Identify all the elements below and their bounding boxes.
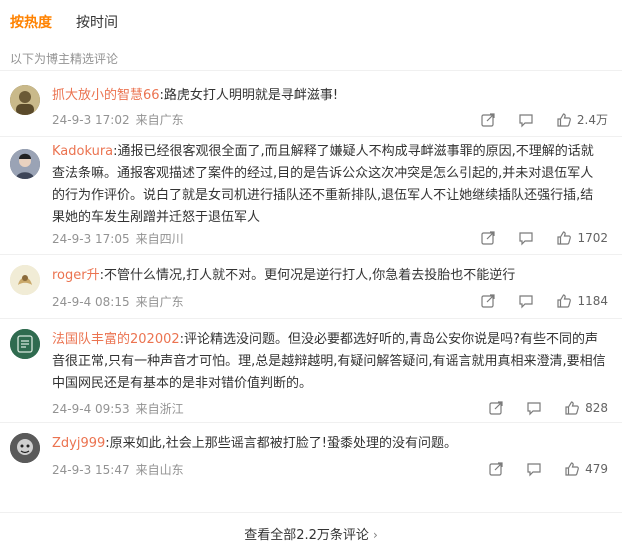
share-button[interactable]: [480, 230, 496, 246]
comment-username[interactable]: 抓大放小的智慧66: [52, 88, 160, 103]
like-count: 2.4万: [576, 113, 608, 127]
like-button[interactable]: 479: [564, 461, 608, 477]
share-icon: [481, 231, 496, 245]
share-icon: [489, 401, 503, 415]
comment-icon: [519, 113, 533, 127]
reply-button[interactable]: [526, 400, 542, 416]
comment-content: :通报已经很客观很全面了,而且解释了嫌疑人不构成寻衅滋事罪的原因,不理解的话就查…: [52, 144, 594, 225]
like-count: 1184: [577, 294, 608, 308]
comment-icon: [527, 463, 541, 477]
share-button[interactable]: [488, 400, 504, 416]
comment-meta: 24-9-4 08:15 来自广东: [52, 293, 184, 310]
comment-meta: 24-9-4 09:53 来自浙江: [52, 400, 184, 417]
avatar[interactable]: [10, 265, 40, 295]
thumbs-up-icon: [557, 294, 572, 308]
comment-content: :原来如此,社会上那些谣言都被打脸了!蛩黍处理的没有问题。: [105, 436, 458, 451]
comment-icon: [527, 402, 541, 416]
comment-text: 法国队丰富的202002:评论精选没问题。但没必要都选好听的,青岛公安你说是吗?…: [52, 329, 606, 395]
comment-date: 24-9-3 17:05: [52, 232, 130, 246]
like-count: 1702: [577, 231, 608, 245]
like-button[interactable]: 2.4万: [556, 111, 608, 128]
comment-actions: 479: [466, 461, 608, 477]
sort-tabs: 按热度 按时间: [10, 12, 118, 32]
like-button[interactable]: 1702: [556, 230, 608, 246]
comment-text: Zdyj999:原来如此,社会上那些谣言都被打脸了!蛩黍处理的没有问题。: [52, 433, 606, 455]
comment-username[interactable]: 法国队丰富的202002: [52, 332, 180, 347]
reply-button[interactable]: [526, 461, 542, 477]
comment-content: :不管什么情况,打人就不对。更何况是逆行打人,你急着去投胎也不能逆行: [99, 268, 516, 283]
comment-date: 24-9-4 08:15: [52, 295, 130, 309]
comment-item: Kadokura:通报已经很客观很全面了,而且解释了嫌疑人不构成寻衅滋事罪的原因…: [0, 136, 622, 254]
comment-actions: 828: [466, 400, 608, 416]
share-button[interactable]: [480, 293, 496, 309]
avatar[interactable]: [10, 85, 40, 115]
comment-item: 抓大放小的智慧66:路虎女打人明明就是寻衅滋事! 24-9-3 17:02 来自广…: [0, 70, 622, 136]
comment-actions: 1184: [458, 293, 608, 309]
thumbs-up-icon: [557, 112, 571, 127]
featured-comments-note: 以下为博主精选评论: [10, 52, 119, 66]
thumbs-up-icon: [565, 462, 579, 476]
comment-date: 24-9-3 17:02: [52, 113, 130, 127]
comment-text: Kadokura:通报已经很客观很全面了,而且解释了嫌疑人不构成寻衅滋事罪的原因…: [52, 141, 606, 229]
comment-item: Zdyj999:原来如此,社会上那些谣言都被打脸了!蛩黍处理的没有问题。 24-…: [0, 422, 622, 488]
comment-location: 来自山东: [135, 463, 184, 477]
comment-username[interactable]: Zdyj999: [52, 436, 105, 451]
reply-button[interactable]: [518, 112, 534, 128]
comment-username[interactable]: roger升: [52, 268, 100, 283]
comment-content: :路虎女打人明明就是寻衅滋事!: [159, 88, 339, 103]
comment-location: 来自四川: [135, 232, 184, 246]
comment-meta: 24-9-3 17:05 来自四川: [52, 230, 184, 247]
comment-meta: 24-9-3 17:02 来自广东: [52, 111, 184, 128]
comment-icon: [519, 295, 534, 309]
share-icon: [489, 462, 503, 476]
like-count: 828: [585, 401, 608, 415]
avatar[interactable]: [10, 149, 40, 179]
footer-divider: [0, 512, 622, 513]
view-all-comments-label: 查看全部2.2万条评论: [244, 528, 369, 543]
comment-location: 来自广东: [135, 295, 184, 309]
tab-by-time[interactable]: 按时间: [76, 12, 118, 32]
comment-actions: 1702: [458, 230, 608, 246]
comment-list: 抓大放小的智慧66:路虎女打人明明就是寻衅滋事! 24-9-3 17:02 来自广…: [0, 70, 622, 488]
chevron-right-icon: ›: [372, 528, 378, 542]
comment-location: 来自浙江: [135, 402, 184, 416]
comment-item: roger升:不管什么情况,打人就不对。更何况是逆行打人,你急着去投胎也不能逆行…: [0, 254, 622, 318]
share-button[interactable]: [488, 461, 504, 477]
comment-item: 法国队丰富的202002:评论精选没问题。但没必要都选好听的,青岛公安你说是吗?…: [0, 318, 622, 422]
share-button[interactable]: [480, 112, 496, 128]
comment-text: roger升:不管什么情况,打人就不对。更何况是逆行打人,你急着去投胎也不能逆行: [52, 265, 606, 287]
comment-location: 来自广东: [135, 113, 184, 127]
reply-button[interactable]: [518, 293, 534, 309]
comment-date: 24-9-4 09:53: [52, 402, 130, 416]
thumbs-up-icon: [565, 401, 579, 415]
thumbs-up-icon: [557, 231, 572, 245]
comment-meta: 24-9-3 15:47 来自山东: [52, 461, 184, 478]
comment-username[interactable]: Kadokura: [52, 144, 113, 159]
like-button[interactable]: 1184: [556, 293, 608, 309]
avatar[interactable]: [10, 329, 40, 359]
comment-text: 抓大放小的智慧66:路虎女打人明明就是寻衅滋事!: [52, 85, 606, 107]
share-icon: [481, 294, 496, 308]
comment-icon: [519, 232, 534, 246]
avatar[interactable]: [10, 433, 40, 463]
share-icon: [481, 112, 495, 127]
view-all-comments-link[interactable]: 查看全部2.2万条评论 ›: [0, 524, 622, 543]
comment-date: 24-9-3 15:47: [52, 463, 130, 477]
comment-actions: 2.4万: [458, 111, 608, 128]
reply-button[interactable]: [518, 230, 534, 246]
like-button[interactable]: 828: [564, 400, 608, 416]
tab-by-hotness[interactable]: 按热度: [10, 12, 52, 32]
like-count: 479: [585, 462, 608, 476]
